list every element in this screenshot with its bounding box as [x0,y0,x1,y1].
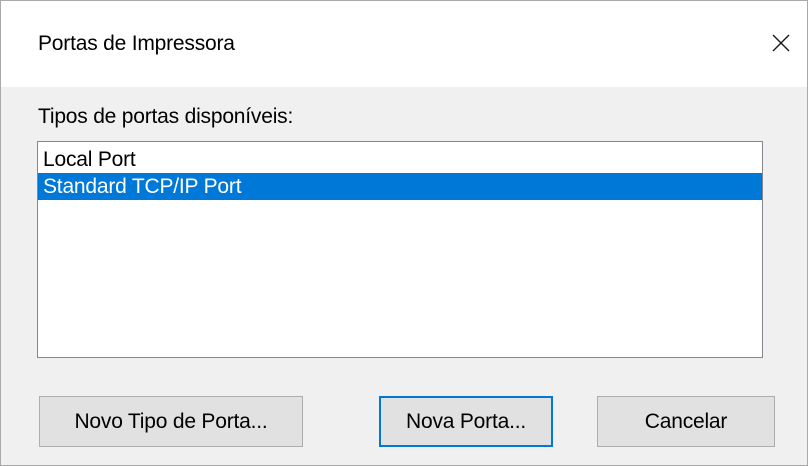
new-port-button[interactable]: Nova Porta... [379,396,553,447]
dialog-title: Portas de Impressora [38,32,235,55]
title-bar: Portas de Impressora [1,1,807,87]
port-types-label: Tipos de portas disponíveis: [38,105,294,128]
close-icon [772,34,790,52]
close-button[interactable] [763,25,799,61]
port-types-listbox[interactable]: Local Port Standard TCP/IP Port [37,141,763,358]
list-item-local-port[interactable]: Local Port [38,146,762,173]
cancel-button[interactable]: Cancelar [597,396,775,447]
printer-ports-dialog: Portas de Impressora Tipos de portas dis… [0,0,808,466]
new-port-type-button[interactable]: Novo Tipo de Porta... [39,396,303,447]
list-item-standard-tcpip-port[interactable]: Standard TCP/IP Port [38,173,762,200]
